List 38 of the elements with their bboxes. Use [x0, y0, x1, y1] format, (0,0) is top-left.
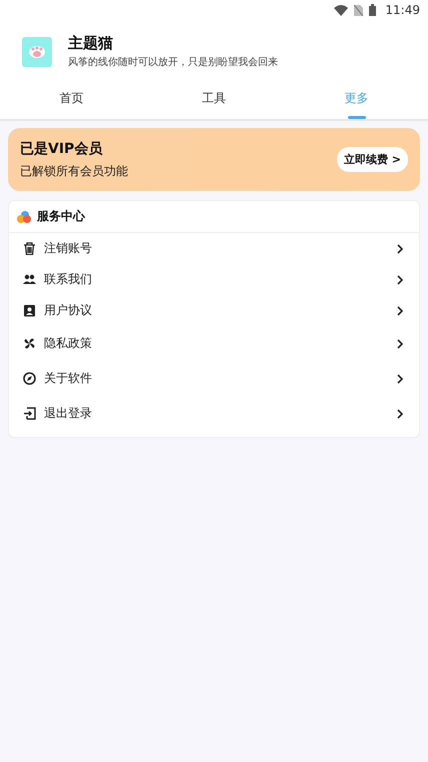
section-title: 服务中心 [37, 208, 85, 225]
status-time: 11:49 [385, 3, 420, 17]
menu-item[interactable]: 注销账号 [9, 233, 419, 264]
menu-label: 联系我们 [44, 271, 93, 288]
chevron-icon [397, 306, 403, 316]
cloud-icon [17, 210, 31, 222]
menu-item[interactable]: 关于软件 [9, 361, 419, 396]
chevron-icon [397, 274, 403, 284]
renew-button[interactable]: 立即续费 > [336, 147, 408, 172]
tab[interactable]: 首页 [0, 81, 143, 119]
vip-title: 已是VIP会员 [20, 140, 104, 158]
pinwheel-icon [23, 337, 36, 350]
menu-label: 注销账号 [44, 240, 93, 257]
tab[interactable]: 工具 [142, 81, 286, 119]
menu-item[interactable]: 联系我们 [9, 264, 419, 295]
people-icon [23, 273, 36, 286]
menu-label: 用户协议 [44, 302, 93, 319]
menu-label: 关于软件 [44, 370, 93, 387]
trash-icon [23, 242, 36, 255]
battery-icon [369, 4, 376, 16]
menu-label: 退出登录 [44, 405, 93, 422]
wifi-icon [334, 4, 348, 16]
chevron-icon [397, 374, 403, 384]
compass-icon [23, 372, 36, 385]
app-title: 主题猫 [68, 34, 114, 53]
paw-icon [22, 36, 52, 66]
app-subtitle: 风筝的线你随时可以放开，只是别盼望我会回来 [68, 56, 278, 69]
chevron-icon [397, 338, 403, 348]
menu-item[interactable]: 用户协议 [9, 295, 419, 326]
vip-subtitle: 已解锁所有会员功能 [20, 162, 128, 180]
menu-item[interactable]: 隐私政策 [9, 326, 419, 361]
badge-icon [23, 304, 36, 317]
chevron-icon [397, 408, 403, 418]
no-sim-icon [354, 4, 364, 16]
exit-icon [23, 407, 36, 420]
chevron-icon [397, 244, 403, 254]
menu-item[interactable]: 退出登录 [9, 396, 419, 431]
menu-label: 隐私政策 [44, 335, 93, 352]
